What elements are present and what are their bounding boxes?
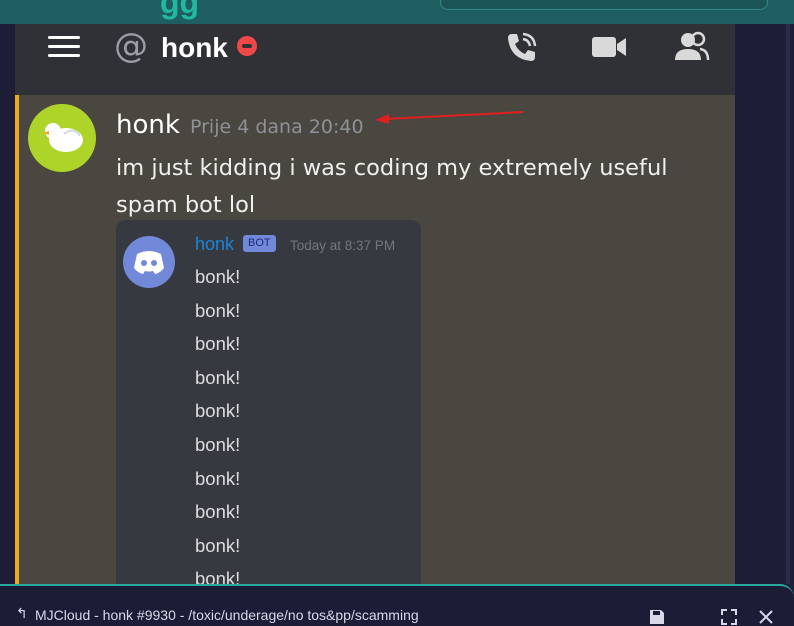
annotation-arrow-icon — [375, 111, 524, 124]
list-item: bonk! — [195, 266, 241, 287]
members-icon[interactable] — [671, 28, 711, 68]
message-text: im just kidding i was coding my extremel… — [116, 155, 668, 218]
save-icon[interactable] — [648, 608, 666, 626]
channel-title: honk — [161, 32, 228, 63]
back-arrow-icon[interactable]: ↰ — [16, 606, 28, 622]
embed-username: honk — [195, 234, 235, 254]
menu-icon[interactable] — [48, 36, 80, 60]
list-item: bonk! — [195, 568, 241, 584]
message-timestamp: Prije 4 dana 20:40 — [190, 116, 364, 138]
site-search-fragment[interactable] — [440, 0, 768, 10]
dnd-status-icon — [237, 36, 257, 56]
phone-call-icon[interactable] — [501, 28, 541, 68]
mention-highlight-bar — [15, 95, 19, 584]
list-item: bonk! — [195, 333, 241, 355]
close-icon[interactable] — [757, 608, 775, 626]
list-item: bonk! — [195, 467, 241, 489]
list-item: bonk! — [195, 534, 241, 556]
goose-icon — [43, 123, 83, 152]
at-icon: @ — [114, 26, 148, 66]
embedded-screenshot: honk BOT Today at 8:37 PM bonk! bonk! bo… — [116, 220, 421, 584]
channel-header: @ honk — [15, 24, 735, 95]
list-item: bonk! — [195, 433, 241, 455]
avatar[interactable] — [28, 104, 96, 172]
window-title-bar: ↰ MJCloud - honk #9930 - /toxic/underage… — [0, 584, 794, 626]
discord-screenshot: @ honk honk Prije 4 dana 20:40 im just k… — [15, 24, 735, 584]
scrollbar-track[interactable] — [786, 24, 790, 584]
embed-timestamp: Today at 8:37 PM — [290, 238, 396, 253]
list-item: bonk! — [195, 366, 241, 388]
embed-message-list: bonk! bonk! bonk! bonk! bonk! bonk! bonk… — [195, 260, 240, 584]
background-left — [0, 24, 15, 584]
list-item: bonk! — [195, 501, 241, 523]
background-right — [735, 24, 794, 584]
message-username[interactable]: honk — [116, 108, 180, 142]
list-item: bonk! — [195, 299, 241, 321]
fullscreen-icon[interactable] — [720, 608, 738, 626]
website-header-fragment: gg — [0, 0, 794, 25]
video-call-icon[interactable] — [589, 28, 629, 68]
bot-badge: BOT — [243, 235, 276, 252]
discord-logo-icon — [123, 236, 175, 288]
site-logo-fragment: gg — [160, 0, 200, 20]
window-title: MJCloud - honk #9930 - /toxic/underage/n… — [35, 607, 419, 623]
list-item: bonk! — [195, 400, 241, 422]
